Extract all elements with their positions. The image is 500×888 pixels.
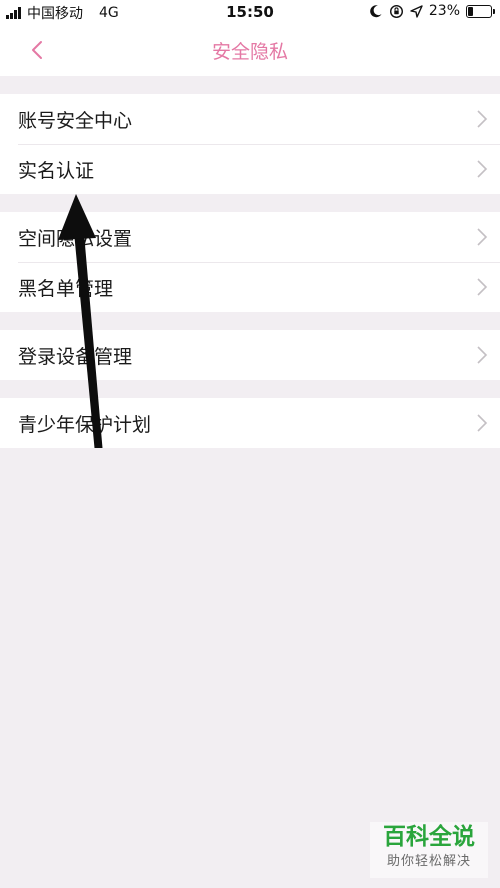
- menu-item-youth-protection-plan[interactable]: 青少年保护计划: [0, 398, 500, 448]
- battery-percent: 23%: [428, 3, 460, 19]
- watermark-logo: 百科全说 助你轻松解决: [370, 822, 488, 878]
- menu-item-label: 黑名单管理: [18, 277, 114, 300]
- menu-group-privacy: 空间隐私设置 黑名单管理: [0, 212, 500, 312]
- chevron-right-icon: [477, 160, 488, 178]
- moon-icon: [370, 5, 382, 18]
- menu-group-youth: 青少年保护计划: [0, 398, 500, 448]
- menu-item-account-security-center[interactable]: 账号安全中心: [0, 94, 500, 144]
- menu-group-devices: 登录设备管理: [0, 330, 500, 380]
- watermark-subtitle: 助你轻松解决: [386, 854, 471, 869]
- chevron-right-icon: [477, 110, 488, 128]
- location-icon: [410, 4, 423, 18]
- chevron-right-icon: [477, 278, 488, 296]
- battery-icon: [466, 4, 495, 18]
- status-right: 23%: [369, 3, 495, 19]
- status-bar: 中国移动 4G 15:50 23%: [0, 0, 500, 24]
- menu-item-label: 登录设备管理: [18, 345, 133, 368]
- orientation-lock-icon: [389, 4, 403, 18]
- menu-item-label: 青少年保护计划: [18, 413, 152, 436]
- menu-item-blacklist-management[interactable]: 黑名单管理: [0, 262, 500, 312]
- menu-item-login-device-management[interactable]: 登录设备管理: [0, 330, 500, 380]
- menu-item-label: 实名认证: [18, 159, 95, 182]
- page-title: 安全隐私: [211, 41, 288, 63]
- chevron-right-icon: [477, 346, 488, 364]
- watermark-title: 百科全说: [383, 824, 475, 850]
- menu-group-account: 账号安全中心 实名认证: [0, 94, 500, 194]
- menu-item-real-name-verification[interactable]: 实名认证: [0, 144, 500, 194]
- menu-item-label: 账号安全中心: [18, 109, 133, 132]
- menu-item-space-privacy-settings[interactable]: 空间隐私设置: [0, 212, 500, 262]
- nav-bar: 安全隐私: [0, 24, 500, 76]
- chevron-right-icon: [477, 414, 488, 432]
- chevron-right-icon: [477, 228, 488, 246]
- menu-item-label: 空间隐私设置: [18, 227, 133, 250]
